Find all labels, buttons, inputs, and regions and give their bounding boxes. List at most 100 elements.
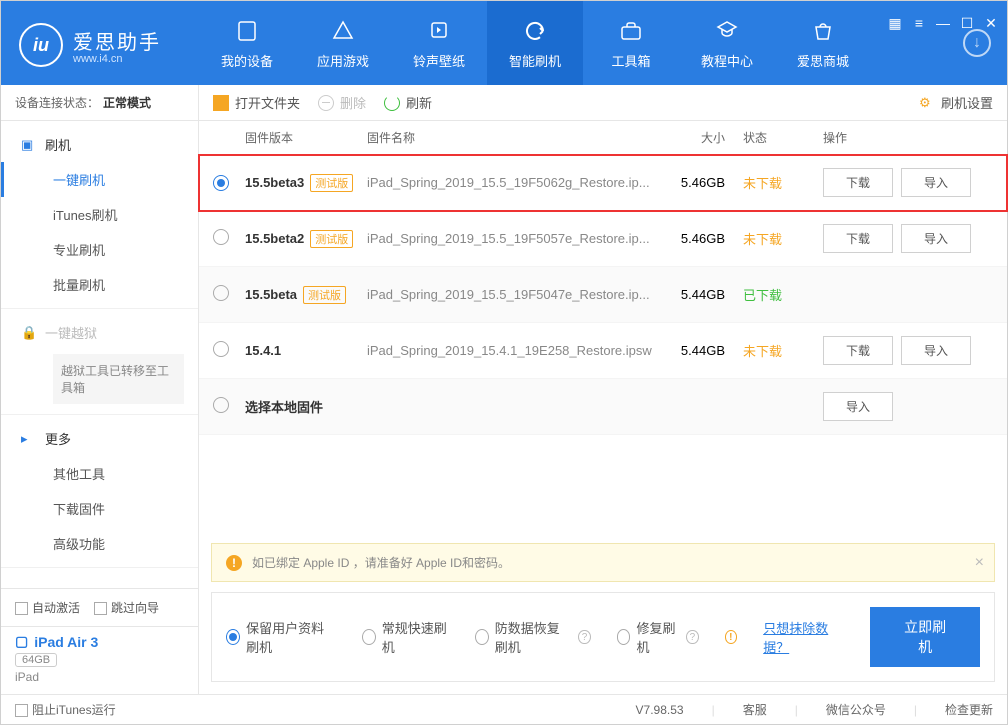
sidebar-item-itunes[interactable]: iTunes刷机 — [1, 197, 198, 232]
device-type: iPad — [15, 670, 184, 684]
info-icon: ! — [725, 630, 738, 644]
firmware-size: 5.44GB — [663, 343, 743, 358]
skip-guide-checkbox[interactable]: 跳过向导 — [94, 599, 159, 616]
download-button[interactable]: 下载 — [823, 336, 893, 365]
select-radio[interactable] — [213, 285, 229, 301]
tutorial-icon — [713, 17, 741, 45]
flash-settings-button[interactable]: ⚙ 刷机设置 — [919, 93, 993, 112]
firmware-row[interactable]: 15.5beta3测试版iPad_Spring_2019_15.5_19F506… — [199, 155, 1007, 211]
download-manager-button[interactable]: ↓ — [947, 1, 1007, 85]
firmware-row[interactable]: 15.5beta测试版iPad_Spring_2019_15.5_19F5047… — [199, 267, 1007, 323]
nav-apps[interactable]: 应用游戏 — [295, 1, 391, 85]
nav-tutorial[interactable]: 教程中心 — [679, 1, 775, 85]
beta-badge: 测试版 — [303, 286, 346, 304]
firmware-row[interactable]: 15.4.1iPad_Spring_2019_15.4.1_19E258_Res… — [199, 323, 1007, 379]
firmware-row[interactable]: 15.5beta2测试版iPad_Spring_2019_15.5_19F505… — [199, 211, 1007, 267]
warning-icon: ! — [226, 555, 242, 571]
delete-icon — [318, 95, 334, 111]
customer-service-link[interactable]: 客服 — [743, 701, 767, 718]
nav-ring[interactable]: 铃声壁纸 — [391, 1, 487, 85]
mode-anti[interactable]: 防数据恢复刷机? — [475, 618, 591, 656]
connection-status: 设备连接状态： 正常模式 — [1, 85, 198, 121]
open-folder-button[interactable]: 打开文件夹 — [213, 93, 300, 112]
nav-tools[interactable]: 工具箱 — [583, 1, 679, 85]
sidebar-group-2[interactable]: ▸更多 — [1, 421, 198, 456]
close-warning-icon[interactable]: × — [975, 554, 984, 572]
nav-flash[interactable]: 智能刷机 — [487, 1, 583, 85]
sidebar-item-other[interactable]: 其他工具 — [1, 456, 198, 491]
firmware-ops: 导入 — [823, 392, 993, 421]
col-size: 大小 — [663, 129, 743, 146]
gear-icon: ⚙ — [919, 95, 935, 111]
help-icon[interactable]: ? — [686, 630, 698, 644]
firmware-size: 5.46GB — [663, 175, 743, 190]
firmware-size: 5.44GB — [663, 287, 743, 302]
sidebar-group-1[interactable]: 🔒一键越狱 — [1, 315, 198, 350]
sidebar-item-dlfw[interactable]: 下载固件 — [1, 491, 198, 526]
firmware-status: 未下载 — [743, 341, 823, 360]
table-header: 固件版本 固件名称 大小 状态 操作 — [199, 121, 1007, 155]
mode-radio[interactable] — [362, 629, 376, 645]
group-icon: 🔒 — [21, 325, 37, 341]
mode-radio[interactable] — [617, 629, 631, 645]
firmware-ops: 下载导入 — [823, 336, 993, 365]
delete-button[interactable]: 删除 — [318, 93, 366, 112]
firmware-status: 已下载 — [743, 285, 823, 304]
sidebar-item-adv[interactable]: 高级功能 — [1, 526, 198, 561]
sidebar: 设备连接状态： 正常模式 ▣刷机一键刷机iTunes刷机专业刷机批量刷机 🔒一键越… — [1, 85, 199, 694]
firmware-name: iPad_Spring_2019_15.5_19F5062g_Restore.i… — [367, 175, 663, 190]
firmware-list: 15.5beta3测试版iPad_Spring_2019_15.5_19F506… — [199, 155, 1007, 435]
select-radio[interactable] — [213, 397, 229, 413]
firmware-status: 未下载 — [743, 229, 823, 248]
device-info[interactable]: ▢iPad Air 3 64GB iPad — [1, 626, 198, 694]
connection-label: 设备连接状态： — [15, 94, 99, 111]
download-button[interactable]: 下载 — [823, 168, 893, 197]
main-panel: 打开文件夹 删除 刷新 ⚙ 刷机设置 固件版本 固件名称 大小 状态 操作 15… — [199, 85, 1007, 694]
select-radio[interactable] — [213, 229, 229, 245]
import-button[interactable]: 导入 — [823, 392, 893, 421]
refresh-button[interactable]: 刷新 — [384, 93, 432, 112]
import-button[interactable]: 导入 — [901, 168, 971, 197]
download-button[interactable]: 下载 — [823, 224, 893, 253]
mode-radio[interactable] — [226, 629, 240, 645]
firmware-version: 15.5beta2测试版 — [241, 230, 367, 248]
mode-repair[interactable]: 修复刷机? — [617, 618, 699, 656]
sidebar-item-oneclick[interactable]: 一键刷机 — [1, 162, 198, 197]
sidebar-item-pro[interactable]: 专业刷机 — [1, 232, 198, 267]
firmware-ops: 下载导入 — [823, 224, 993, 253]
mode-radio[interactable] — [475, 629, 489, 645]
firmware-status: 未下载 — [743, 173, 823, 192]
firmware-ops: 下载导入 — [823, 168, 993, 197]
apps-icon — [329, 17, 357, 45]
refresh-icon — [384, 95, 400, 111]
logo-icon: iu — [19, 23, 63, 67]
firmware-version: 15.4.1 — [241, 343, 367, 358]
sidebar-item-batch[interactable]: 批量刷机 — [1, 267, 198, 302]
col-ops: 操作 — [823, 129, 993, 146]
nav-device[interactable]: 我的设备 — [199, 1, 295, 85]
check-update-link[interactable]: 检查更新 — [945, 701, 993, 718]
device-capacity: 64GB — [15, 653, 57, 667]
import-button[interactable]: 导入 — [901, 224, 971, 253]
wechat-link[interactable]: 微信公众号 — [826, 701, 886, 718]
firmware-row[interactable]: 选择本地固件导入 — [199, 379, 1007, 435]
nav-store[interactable]: 爱思商城 — [775, 1, 871, 85]
ring-icon — [425, 17, 453, 45]
brand-name: 爱思助手 — [73, 26, 161, 55]
firmware-name: iPad_Spring_2019_15.5_19F5047e_Restore.i… — [367, 287, 663, 302]
help-icon[interactable]: ? — [578, 630, 590, 644]
mode-keep[interactable]: 保留用户资料刷机 — [226, 618, 336, 656]
flash-now-button[interactable]: 立即刷机 — [870, 607, 980, 667]
mode-fast[interactable]: 常规快速刷机 — [362, 618, 449, 656]
block-itunes-checkbox[interactable]: 阻止iTunes运行 — [15, 701, 116, 718]
col-status: 状态 — [743, 129, 823, 146]
import-button[interactable]: 导入 — [901, 336, 971, 365]
auto-activate-checkbox[interactable]: 自动激活 — [15, 599, 80, 616]
flash-mode-bar: 保留用户资料刷机常规快速刷机防数据恢复刷机? 修复刷机? ! 只想抹除数据？ 立即… — [211, 592, 995, 682]
select-radio[interactable] — [213, 175, 229, 191]
tools-icon — [617, 17, 645, 45]
firmware-name: iPad_Spring_2019_15.4.1_19E258_Restore.i… — [367, 343, 663, 358]
sidebar-group-0[interactable]: ▣刷机 — [1, 127, 198, 162]
select-radio[interactable] — [213, 341, 229, 357]
erase-data-link[interactable]: 只想抹除数据？ — [763, 618, 844, 656]
